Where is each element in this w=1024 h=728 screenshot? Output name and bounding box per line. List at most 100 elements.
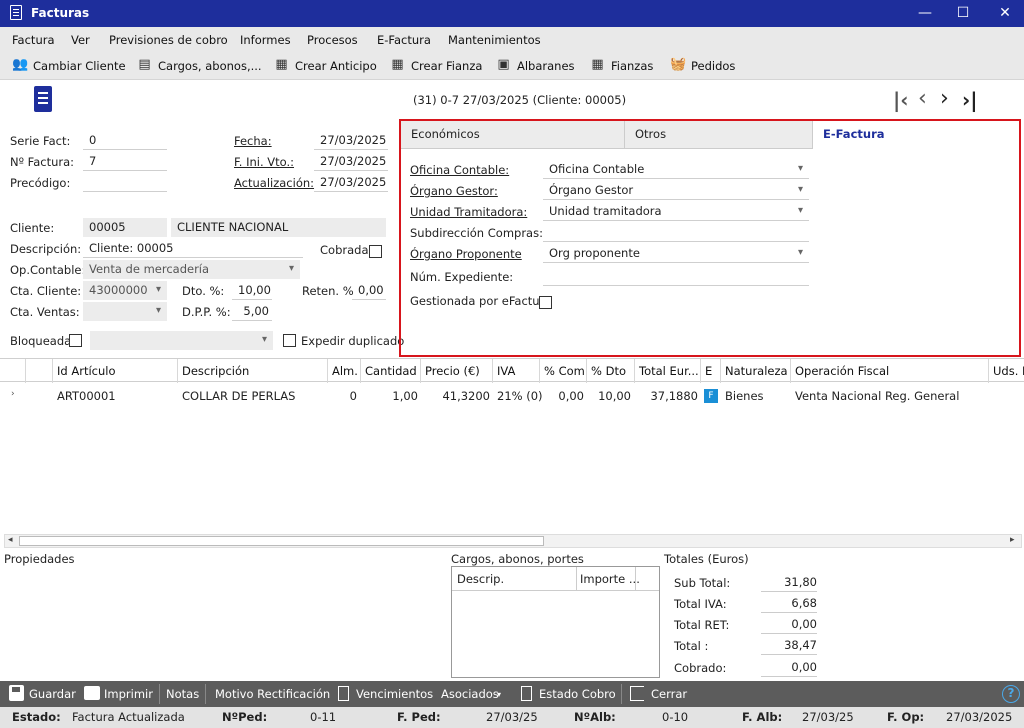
subdireccion-field[interactable] bbox=[543, 223, 809, 242]
cell-precio: 41,3200 bbox=[442, 389, 490, 403]
menu-procesos[interactable]: Procesos bbox=[307, 33, 358, 47]
organo-proponente-label[interactable]: Órgano Proponente bbox=[410, 247, 522, 261]
dto-field[interactable]: 10,00 bbox=[232, 281, 272, 300]
tab-otros[interactable]: Otros bbox=[625, 121, 813, 149]
cell-dto: 10,00 bbox=[598, 389, 631, 403]
ctaventas-select[interactable] bbox=[83, 302, 167, 321]
col-alm[interactable]: Alm. bbox=[332, 364, 358, 378]
menu-informes[interactable]: Informes bbox=[240, 33, 291, 47]
organo-gestor-label[interactable]: Órgano Gestor: bbox=[410, 184, 498, 198]
exit-icon bbox=[630, 686, 644, 701]
oficina-contable-label[interactable]: Oficina Contable: bbox=[410, 163, 509, 177]
organo-gestor-select[interactable]: Órgano Gestor bbox=[543, 181, 809, 200]
crear-anticipo-button[interactable]: Crear Anticipo bbox=[295, 59, 377, 73]
fini-field[interactable]: 27/03/2025 bbox=[314, 152, 388, 171]
gestionada-checkbox[interactable] bbox=[539, 296, 552, 309]
reten-label: Reten. % bbox=[302, 284, 354, 298]
albaranes-button[interactable]: Albaranes bbox=[517, 59, 575, 73]
imprimir-button[interactable]: Imprimir bbox=[104, 687, 153, 701]
scroll-left-icon[interactable]: ◂ bbox=[8, 535, 13, 545]
bloqueo-motivo-select[interactable] bbox=[90, 331, 273, 350]
reten-field[interactable]: 0,00 bbox=[352, 281, 386, 300]
actualizacion-field[interactable]: 27/03/2025 bbox=[314, 173, 388, 192]
opcontable-select[interactable]: Venta de mercadería bbox=[83, 260, 300, 279]
cliente-code-field[interactable]: 00005 bbox=[83, 218, 167, 237]
col-iva[interactable]: IVA bbox=[497, 364, 515, 378]
nfactura-field[interactable]: 7 bbox=[83, 152, 167, 171]
nalb-label: NºAlb: bbox=[574, 710, 616, 724]
col-id-articulo[interactable]: Id Artículo bbox=[57, 364, 116, 378]
notas-button[interactable]: Notas bbox=[166, 687, 199, 701]
minimize-button[interactable]: — bbox=[906, 0, 944, 27]
menu-factura[interactable]: Factura bbox=[12, 33, 55, 47]
tab-efactura[interactable]: E-Factura bbox=[813, 121, 1019, 149]
pedidos-button[interactable]: Pedidos bbox=[691, 59, 735, 73]
oficina-contable-select[interactable]: Oficina Contable bbox=[543, 160, 809, 179]
asociados-dropdown[interactable]: Asociados bbox=[441, 687, 499, 701]
guardar-button[interactable]: Guardar bbox=[29, 687, 76, 701]
cobrada-checkbox[interactable] bbox=[369, 245, 382, 258]
close-button[interactable]: ✕ bbox=[986, 0, 1024, 27]
col-descrip[interactable]: Descrip. bbox=[457, 572, 504, 586]
scrollbar-thumb[interactable] bbox=[19, 536, 544, 546]
menu-ver[interactable]: Ver bbox=[71, 33, 90, 47]
horizontal-scrollbar[interactable]: ◂ ▸ bbox=[4, 534, 1022, 548]
col-naturaleza[interactable]: Naturaleza bbox=[725, 364, 788, 378]
col-com[interactable]: % Com bbox=[544, 364, 585, 378]
cell-cantidad: 1,00 bbox=[392, 389, 418, 403]
organo-proponente-select[interactable]: Org proponente bbox=[543, 244, 809, 263]
help-icon[interactable]: ? bbox=[1002, 685, 1020, 703]
crear-fianza-button[interactable]: Crear Fianza bbox=[411, 59, 482, 73]
unidad-tramitadora-select[interactable]: Unidad tramitadora bbox=[543, 202, 809, 221]
col-precio[interactable]: Precio (€) bbox=[425, 364, 480, 378]
menu-mantenimientos[interactable]: Mantenimientos bbox=[448, 33, 541, 47]
ctacliente-select[interactable]: 43000000 bbox=[83, 281, 167, 300]
cargos-button[interactable]: Cargos, abonos,... bbox=[158, 59, 262, 73]
col-cantidad[interactable]: Cantidad bbox=[365, 364, 417, 378]
cobrada-label: Cobrada: bbox=[320, 243, 373, 257]
actualizacion-label[interactable]: Actualización: bbox=[234, 176, 314, 190]
descripcion-field[interactable]: Cliente: 00005 bbox=[83, 239, 303, 258]
status-bar: Estado: Factura Actualizada NºPed: 0-11 … bbox=[0, 707, 1024, 728]
fini-label[interactable]: F. Ini. Vto.: bbox=[234, 155, 294, 169]
table-row[interactable]: › ART00001 COLLAR DE PERLAS 0 1,00 41,32… bbox=[0, 382, 1024, 408]
cell-iva: 21% (0) bbox=[497, 389, 543, 403]
unidad-tramitadora-label[interactable]: Unidad Tramitadora: bbox=[410, 205, 527, 219]
expedir-duplicado-checkbox[interactable] bbox=[283, 334, 296, 347]
expediente-label: Núm. Expediente: bbox=[410, 270, 514, 284]
fianzas-button[interactable]: Fianzas bbox=[611, 59, 653, 73]
motivo-rectificacion-button[interactable]: Motivo Rectificación bbox=[215, 687, 330, 701]
next-record-icon[interactable]: › bbox=[940, 86, 949, 111]
menu-previsiones[interactable]: Previsiones de cobro bbox=[109, 33, 228, 47]
cerrar-button[interactable]: Cerrar bbox=[651, 687, 687, 701]
col-uds[interactable]: Uds. I bbox=[993, 364, 1024, 378]
fecha-label[interactable]: Fecha: bbox=[234, 134, 272, 148]
maximize-button[interactable]: ☐ bbox=[944, 0, 982, 27]
fecha-field[interactable]: 27/03/2025 bbox=[314, 131, 388, 150]
col-operacion-fiscal[interactable]: Operación Fiscal bbox=[795, 364, 889, 378]
fop-value: 27/03/2025 bbox=[946, 710, 1013, 724]
tab-economicos[interactable]: Económicos bbox=[401, 121, 625, 149]
cambiar-cliente-button[interactable]: Cambiar Cliente bbox=[33, 59, 126, 73]
last-record-icon[interactable]: ›| bbox=[962, 88, 978, 112]
vencimientos-button[interactable]: Vencimientos bbox=[356, 687, 433, 701]
estado-cobro-button[interactable]: Estado Cobro bbox=[539, 687, 616, 701]
calculator-icon: ▦ bbox=[591, 57, 604, 72]
descripcion-label: Descripción: bbox=[10, 242, 82, 256]
serie-field[interactable]: 0 bbox=[83, 131, 167, 150]
dpp-field[interactable]: 5,00 bbox=[232, 302, 272, 321]
scroll-right-icon[interactable]: ▸ bbox=[1010, 535, 1015, 545]
first-record-icon[interactable]: |‹ bbox=[893, 88, 909, 112]
col-total[interactable]: Total Eur... bbox=[639, 364, 699, 378]
col-importe[interactable]: Importe ... bbox=[580, 572, 640, 586]
cargos-table[interactable]: Descrip. Importe ... bbox=[451, 566, 660, 678]
menu-efactura[interactable]: E-Factura bbox=[377, 33, 431, 47]
previous-record-icon[interactable]: ‹ bbox=[918, 86, 927, 111]
col-e[interactable]: E bbox=[705, 364, 712, 378]
col-descripcion[interactable]: Descripción bbox=[182, 364, 249, 378]
bloqueada-checkbox[interactable] bbox=[69, 334, 82, 347]
totales-title: Totales (Euros) bbox=[664, 552, 749, 566]
expediente-field[interactable] bbox=[543, 267, 809, 286]
precodigo-field[interactable] bbox=[83, 173, 167, 192]
col-dto[interactable]: % Dto bbox=[591, 364, 626, 378]
